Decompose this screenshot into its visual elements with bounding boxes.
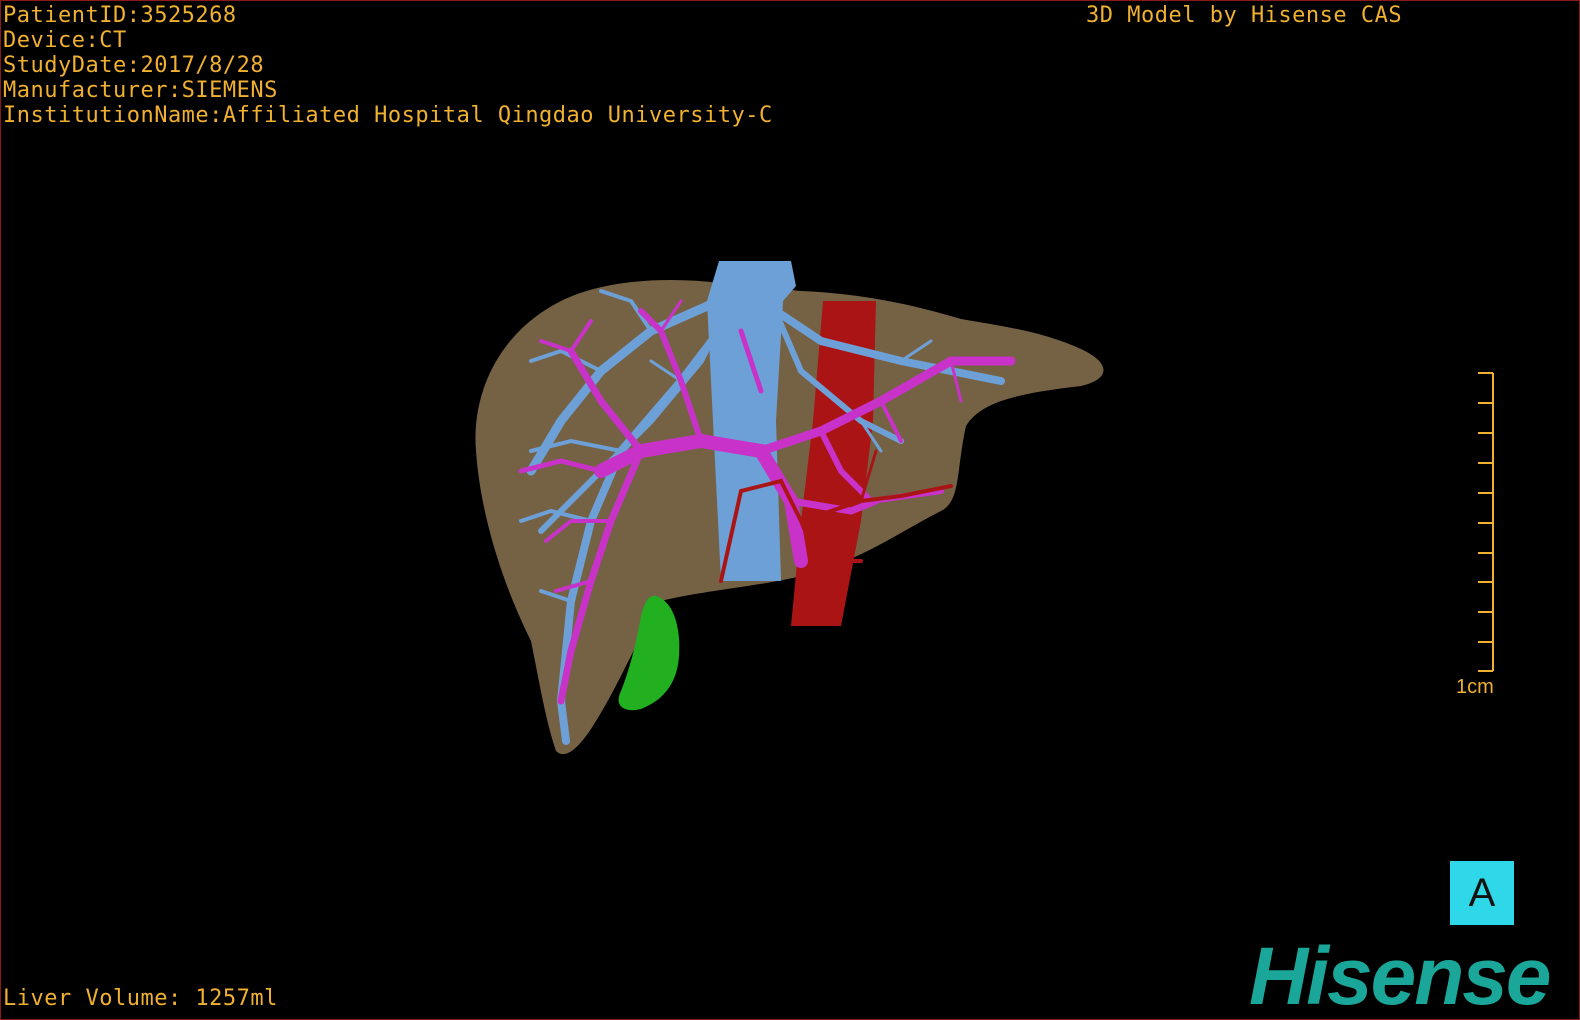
device: Device:CT <box>3 28 127 53</box>
scale-bar-label: 1cm <box>1456 676 1494 698</box>
manufacturer: Manufacturer:SIEMENS <box>3 78 278 103</box>
orientation-indicator[interactable]: A <box>1450 861 1514 925</box>
vendor-label: 3D Model by Hisense CAS <box>1086 3 1403 28</box>
dicom-info-overlay: PatientID:3525268 Device:CT StudyDate:20… <box>3 3 773 128</box>
liver-3d-render[interactable] <box>1 1 1579 1019</box>
3d-model-viewport[interactable]: PatientID:3525268 Device:CT StudyDate:20… <box>0 0 1580 1020</box>
liver-volume: Liver Volume: 1257ml <box>3 986 278 1011</box>
study-date: StudyDate:2017/8/28 <box>3 53 265 78</box>
brand-logo: Hisense <box>1249 931 1552 1020</box>
institution-name: InstitutionName:Affiliated Hospital Qing… <box>3 103 773 128</box>
patient-id: PatientID:3525268 <box>3 3 237 28</box>
scale-bar <box>1478 372 1494 672</box>
